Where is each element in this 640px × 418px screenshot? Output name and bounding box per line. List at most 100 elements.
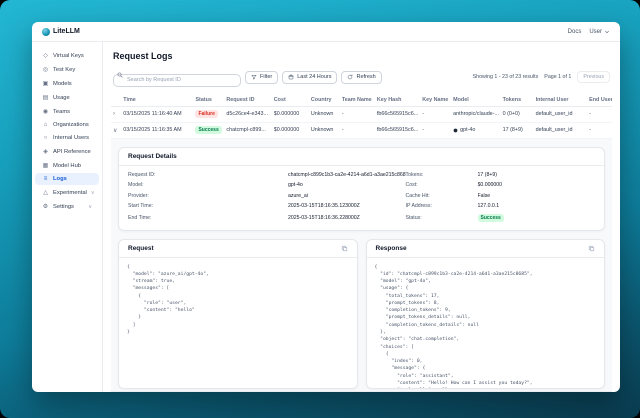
cell-tokens: 0 (0+0) (501, 106, 534, 122)
request-logs-table: Time Status Request ID Cost Country Team… (111, 94, 612, 139)
copy-icon[interactable] (341, 245, 348, 252)
sidebar-item-teams[interactable]: ◉Teams (35, 105, 99, 118)
cell-time: 03/15/2025 11:16:35 AM (121, 122, 193, 138)
cell-team-name: - (340, 106, 375, 122)
col-time[interactable]: Time (121, 94, 193, 107)
sidebar-item-virtual-keys[interactable]: ◇Virtual Keys (35, 49, 99, 62)
cell-internal-user: default_user_id (534, 122, 588, 138)
filter-button[interactable]: Filter (245, 71, 278, 84)
cell-end-user: - (587, 106, 612, 122)
cell-end-user: - (587, 122, 612, 138)
chevron-down-icon (604, 29, 610, 35)
search-input[interactable] (113, 74, 241, 87)
litellm-logo[interactable]: LiteLLM (42, 28, 80, 36)
cell-country: Unknown (309, 106, 340, 122)
page-title: Request Logs (113, 51, 612, 61)
sidebar-item-settings[interactable]: ⚙Settings∨ (35, 200, 99, 213)
detail-value-request-id: chatcmpl-c899c1b3-ca2e-4214-a6d1-a3ae215… (288, 172, 406, 178)
litellm-logo-icon (42, 28, 50, 36)
logs-toolbar: Filter Last 24 Hours Refresh Showing 1 -… (111, 68, 612, 87)
sidebar-item-organizations[interactable]: ⌂Organizations (35, 119, 99, 131)
table-row-expanded[interactable]: ∨ 03/15/2025 11:16:35 AM Success chatcmp… (111, 122, 612, 138)
sidebar-item-model-hub[interactable]: ▦Model Hub (35, 159, 99, 172)
col-key-name[interactable]: Key Name (420, 94, 451, 107)
sidebar-item-experimental[interactable]: △Experimental∨ (35, 186, 99, 199)
copy-icon[interactable] (588, 245, 595, 252)
refresh-button[interactable]: Refresh (341, 71, 381, 84)
detail-label: Request ID: (128, 172, 288, 178)
cell-request-id: d5c26ce4-e343... (224, 106, 271, 122)
detail-label: Model: (128, 182, 288, 188)
col-internal-user[interactable]: Internal User (534, 94, 588, 107)
table-header-row: Time Status Request ID Cost Country Team… (111, 94, 612, 107)
collapse-row-icon[interactable]: ∨ (113, 128, 117, 134)
sidebar-nav: ◇Virtual Keys ◎Test Key ▣Models ▤Usage ◉… (32, 42, 103, 392)
col-key-hash[interactable]: Key Hash (375, 94, 420, 107)
desktop-backdrop: LiteLLM Docs User ◇Virtual Keys ◎Test Ke… (0, 0, 640, 418)
request-panel-title: Request (128, 245, 154, 252)
cell-key-name: - (420, 106, 451, 122)
response-panel-title: Response (376, 245, 407, 252)
request-json: { "model": "azure_ai/gpt-4o", "stream": … (119, 258, 357, 388)
cell-cost: $0.000000 (272, 122, 309, 138)
sidebar-item-test-key[interactable]: ◎Test Key (35, 63, 99, 76)
cell-team-name: - (340, 122, 375, 138)
main-content: Request Logs Filter Last 24 Hours (103, 42, 620, 392)
logs-icon: ≡ (42, 176, 49, 182)
refresh-icon (347, 74, 353, 80)
detail-label: Tokens: (406, 172, 478, 178)
response-json: { "id": "chatcmpl-c899c1b3-ca2e-4214-a6d… (367, 258, 605, 388)
col-end-user[interactable]: End User (587, 94, 612, 107)
response-panel: Response { "id": "chatcmpl-c899c1b3-ca2e… (366, 239, 606, 389)
sidebar-item-usage[interactable]: ▤Usage (35, 91, 99, 104)
results-count: Showing 1 - 23 of 23 results (473, 74, 539, 80)
detail-label: Cache Hit: (406, 193, 478, 199)
col-model[interactable]: Model (451, 94, 500, 107)
chevron-down-icon: ∨ (91, 190, 95, 196)
sidebar-item-models[interactable]: ▣Models (35, 77, 99, 90)
top-navbar: LiteLLM Docs User (32, 22, 620, 42)
experimental-icon: △ (42, 189, 49, 196)
detail-label: Status: (406, 215, 478, 221)
search-icon (117, 72, 123, 78)
cell-key-name: - (420, 122, 451, 138)
page-indicator: Page 1 of 1 (544, 74, 571, 80)
litellm-logo-text: LiteLLM (53, 28, 80, 35)
col-cost[interactable]: Cost (272, 94, 309, 107)
time-range-button[interactable]: Last 24 Hours (282, 71, 337, 84)
col-country[interactable]: Country (309, 94, 340, 107)
usage-icon: ▤ (42, 94, 49, 101)
expanded-log-detail: Request Details Request ID: chatcmpl-c89… (111, 139, 612, 393)
calendar-icon (288, 74, 294, 80)
table-row[interactable]: › 03/15/2025 11:16:40 AM Failure d5c26ce… (111, 106, 612, 122)
previous-page-button[interactable]: Previous (577, 71, 610, 83)
col-status[interactable]: Status (193, 94, 224, 107)
detail-value-ip-address: 127.0.0.1 (478, 203, 596, 209)
detail-value-tokens: 17 (8+9) (478, 172, 596, 178)
detail-label: Provider: (128, 193, 288, 199)
cell-internal-user: default_user_id (534, 106, 588, 122)
expand-row-icon[interactable]: › (113, 111, 115, 117)
sidebar-item-logs[interactable]: ≡Logs (35, 173, 99, 185)
status-badge: Failure (195, 110, 217, 118)
sidebar-item-internal-users[interactable]: ○Internal Users (35, 132, 99, 144)
cell-request-id: chatcmpl-c899... (224, 122, 271, 138)
cell-tokens: 17 (8+9) (501, 122, 534, 138)
user-menu[interactable]: User (589, 29, 610, 35)
openai-icon (453, 128, 458, 133)
col-team-name[interactable]: Team Name (340, 94, 375, 107)
request-panel: Request { "model": "azure_ai/gpt-4o", "s… (118, 239, 358, 389)
cell-key-hash: fb66c565915c6... (375, 122, 420, 138)
status-badge: Success (195, 126, 221, 134)
docs-link[interactable]: Docs (568, 29, 582, 35)
models-icon: ▣ (42, 80, 49, 87)
sidebar-item-api-reference[interactable]: ◈API Reference (35, 145, 99, 158)
detail-value-model: gpt-4o (288, 182, 406, 188)
internal-users-icon: ○ (42, 135, 49, 141)
cell-key-hash: fb66c565915c6... (375, 106, 420, 122)
col-tokens[interactable]: Tokens (501, 94, 534, 107)
detail-label: IP Address: (406, 203, 478, 209)
col-request-id[interactable]: Request ID (224, 94, 271, 107)
detail-label: End Time: (128, 215, 288, 221)
cell-time: 03/15/2025 11:16:40 AM (121, 106, 193, 122)
